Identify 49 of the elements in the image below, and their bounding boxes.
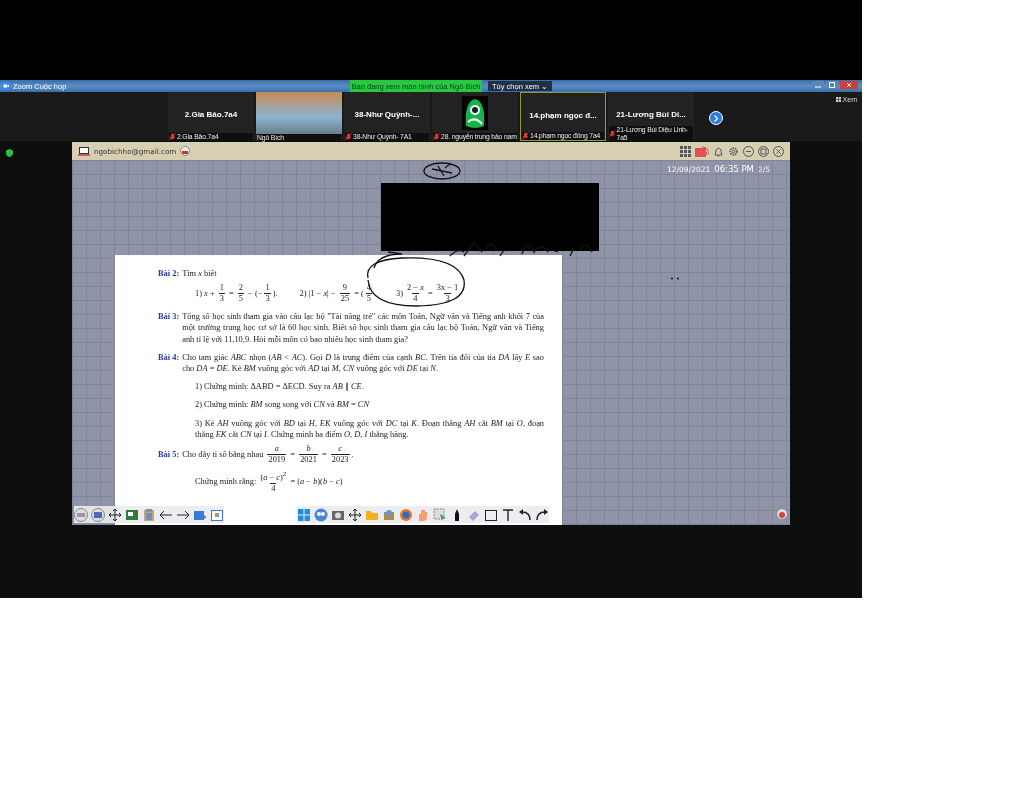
box-icon[interactable] xyxy=(382,507,396,522)
windows-icon[interactable] xyxy=(297,507,311,522)
exercise-text: Tìm x biết xyxy=(182,268,218,280)
star-ink-drawing xyxy=(422,161,462,181)
redo-icon[interactable] xyxy=(535,507,549,522)
clipboard-icon[interactable] xyxy=(142,507,156,522)
exercise-label: Bài 4: xyxy=(158,351,180,364)
participant-name: 21-Lương Bùi Di... xyxy=(615,110,687,119)
shield-icon[interactable] xyxy=(6,149,13,157)
exercise-text: 2) Chứng minh: BM song song với CN và BM = CN xyxy=(195,399,371,411)
move-icon[interactable] xyxy=(348,507,362,522)
laptop-icon xyxy=(78,146,90,156)
ink-dots xyxy=(670,277,680,280)
bell-icon[interactable] xyxy=(713,145,724,157)
math-expression: Chứng minh rằng: (a − c)$^{2}$ 4 = (a − b)(b − c) xyxy=(195,469,343,494)
avatar-icon xyxy=(462,96,488,130)
chevron-right-icon xyxy=(713,114,719,122)
close-icon[interactable] xyxy=(840,81,858,89)
exercise-label: Bài 3: xyxy=(158,311,180,324)
minimize-icon[interactable] xyxy=(743,145,754,157)
maximize-icon[interactable] xyxy=(826,81,838,89)
cast-icon[interactable] xyxy=(695,145,709,157)
zoom-logo-icon xyxy=(2,82,10,90)
exercise-label: Bài 2: xyxy=(158,268,180,280)
time-text: 06:35 PM xyxy=(714,164,754,174)
move-icon[interactable] xyxy=(108,507,122,522)
participant-name: 38-Như Quỳnh-... xyxy=(353,110,421,119)
undo-icon[interactable] xyxy=(518,507,532,522)
exercise-text: 1) Chứng minh: ΔABD = ΔECD. Suy ra AB ∥ CE. xyxy=(195,381,365,393)
participant-name: 2.Gia Bảo.7a4 xyxy=(183,110,239,119)
exercise-text: 3) Kẻ AH vuông góc với BD tại H, EK vuông góc với DC tại K. Đoạn thẳng AH cắt BM tại O, đoạn thẳng EK cắt CN tại I. Chứng minh ba điểm O, D, I thẳng hàng. xyxy=(195,417,544,441)
rectangle-icon[interactable] xyxy=(484,507,498,522)
grid-view-icon xyxy=(835,97,841,102)
close-icon[interactable] xyxy=(773,145,784,157)
people-icon[interactable] xyxy=(314,507,328,522)
next-page-button[interactable] xyxy=(709,111,723,125)
text-tool-icon[interactable] xyxy=(501,507,515,522)
exercise-text: Cho tam giác ABC nhọn (AB < AC). Gọi D là trung điểm của cạnh BC. Trên tia đối của tia DA lấy E sao cho DA = DE. Kẻ BM vuông góc với AD tại M, CN vuông góc với DE tại N. xyxy=(182,351,544,375)
grid-icon[interactable] xyxy=(680,145,691,157)
restore-icon[interactable] xyxy=(758,145,769,157)
globe-icon[interactable] xyxy=(399,507,413,522)
exercise-label: Bài 5: xyxy=(158,448,180,461)
screen-icon[interactable] xyxy=(91,507,105,522)
status-icon[interactable] xyxy=(180,146,191,156)
page-icon[interactable] xyxy=(210,507,224,522)
board-icon[interactable] xyxy=(125,507,139,522)
exercise-text: Tổng số học sinh tham gia vào câu lạc bộ "Tài năng trẻ" các môn Toán, Ngữ văn và Tiếng anh khối 7 của một trường trung học cơ sở là 60 học sinh. Biết số học sinh tham gia câu lạc bộ Toán, Ngữ văn và Tiếng anh tỉ lệ với 11,10,9. Hỏi mỗi môn có bao nhiêu học sinh tham gia? xyxy=(182,311,544,345)
settings-icon[interactable] xyxy=(728,145,739,157)
participant-name: 14.phạm ngọc đ... xyxy=(528,111,598,120)
